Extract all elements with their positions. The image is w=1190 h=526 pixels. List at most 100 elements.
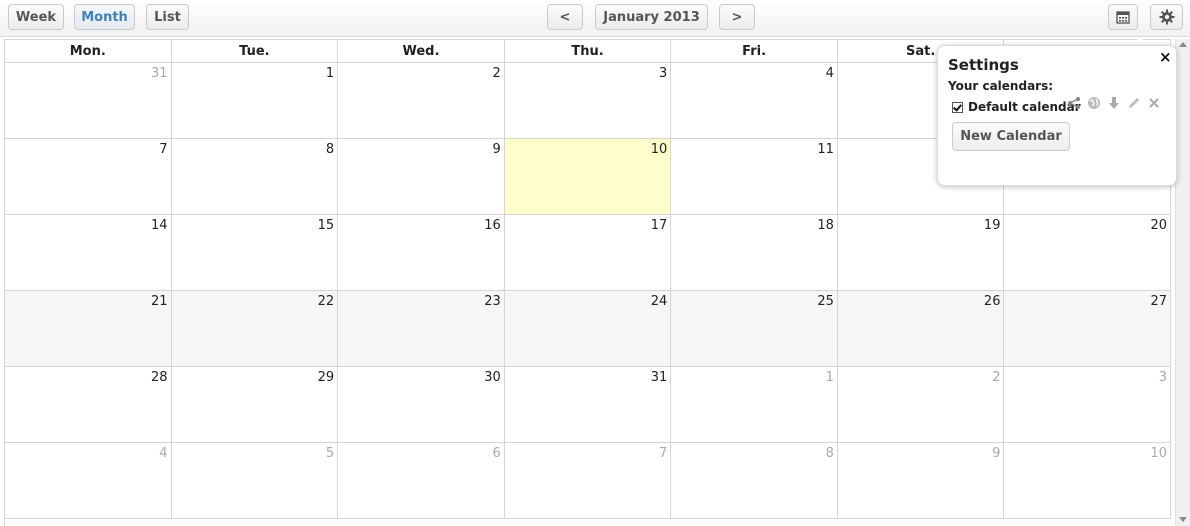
day-cell[interactable]: 10 (1004, 443, 1172, 518)
day-number: 6 (492, 446, 501, 461)
day-number: 31 (650, 370, 668, 385)
day-number: 18 (817, 218, 834, 233)
week-row: 4 5 6 7 8 9 10 (5, 443, 1172, 519)
day-number: 25 (817, 294, 834, 309)
day-number: 3 (659, 66, 668, 81)
day-cell[interactable]: 18 (671, 215, 838, 290)
settings-popup: Settings × Your calendars: Default calen… (937, 45, 1177, 186)
day-cell[interactable]: 27 (1004, 291, 1172, 366)
day-cell[interactable]: 30 (338, 367, 505, 442)
day-cell[interactable]: 24 (505, 291, 672, 366)
day-number: 26 (983, 294, 1001, 309)
day-number: 15 (317, 218, 335, 233)
close-icon[interactable]: × (1159, 48, 1172, 66)
day-cell[interactable]: 8 (172, 139, 339, 214)
day-number: 4 (159, 446, 168, 461)
new-calendar-button[interactable]: New Calendar (952, 122, 1070, 151)
scroll-down-arrow-icon[interactable] (1179, 517, 1187, 522)
weekday-header: Mon. (5, 40, 172, 62)
day-cell[interactable]: 22 (172, 291, 339, 366)
day-cell[interactable]: 19 (838, 215, 1005, 290)
day-number: 2 (992, 370, 1001, 385)
globe-icon[interactable] (1087, 96, 1101, 110)
day-cell[interactable]: 8 (671, 443, 838, 518)
day-cell-today[interactable]: 10 (504, 139, 672, 214)
weekday-header: Wed. (338, 40, 505, 62)
day-cell[interactable]: 9 (838, 443, 1005, 518)
month-view-button[interactable]: Month (74, 4, 135, 30)
day-number: 1 (825, 370, 834, 385)
list-view-button[interactable]: List (146, 4, 189, 30)
day-cell[interactable]: 4 (5, 443, 172, 518)
day-cell[interactable]: 20 (1004, 215, 1172, 290)
calendar-list-item: Default calendar (952, 98, 1081, 116)
day-cell[interactable]: 31 (5, 63, 172, 138)
day-cell[interactable]: 4 (671, 63, 838, 138)
day-cell[interactable]: 2 (838, 367, 1005, 442)
day-number: 8 (325, 142, 335, 157)
day-number: 20 (1150, 218, 1168, 233)
day-number: 14 (151, 218, 168, 233)
day-number: 29 (317, 370, 335, 385)
day-cell[interactable]: 3 (505, 63, 672, 138)
weekday-header: Thu. (505, 40, 672, 62)
day-cell[interactable]: 14 (5, 215, 172, 290)
calendar-name: Default calendar (968, 100, 1081, 114)
day-number: 24 (650, 294, 668, 309)
day-number: 16 (484, 218, 501, 233)
settings-button[interactable] (1150, 4, 1183, 30)
day-number: 21 (151, 294, 168, 309)
edit-icon[interactable] (1127, 96, 1141, 110)
previous-month-button[interactable]: < (547, 4, 583, 30)
current-month-title[interactable]: January 2013 (595, 4, 708, 30)
day-number: 10 (1150, 446, 1168, 461)
weekday-header: Fri. (671, 40, 838, 62)
day-number: 27 (1150, 294, 1168, 309)
calendar-enabled-checkbox[interactable] (952, 101, 963, 113)
day-number: 31 (151, 66, 168, 81)
day-cell[interactable]: 16 (338, 215, 505, 290)
download-icon[interactable] (1107, 96, 1121, 110)
day-number: 11 (817, 142, 834, 157)
day-number: 2 (492, 66, 501, 81)
settings-title: Settings (948, 56, 1019, 74)
calendar-icon (1116, 11, 1130, 24)
day-cell[interactable]: 28 (5, 367, 172, 442)
day-number: 28 (151, 370, 168, 385)
day-cell[interactable]: 6 (338, 443, 505, 518)
day-cell[interactable]: 29 (172, 367, 339, 442)
week-view-button[interactable]: Week (8, 4, 64, 30)
day-cell[interactable]: 7 (5, 139, 172, 214)
day-cell[interactable]: 7 (505, 443, 672, 518)
day-cell[interactable]: 23 (338, 291, 505, 366)
day-cell[interactable]: 25 (671, 291, 838, 366)
day-cell[interactable]: 31 (505, 367, 672, 442)
day-cell[interactable]: 21 (5, 291, 172, 366)
day-number: 19 (983, 218, 1001, 233)
week-row: 21 22 23 24 25 26 27 (5, 291, 1172, 367)
day-cell[interactable]: 1 (671, 367, 838, 442)
day-cell[interactable]: 15 (172, 215, 339, 290)
day-cell[interactable]: 11 (671, 139, 838, 214)
day-cell[interactable]: 2 (338, 63, 505, 138)
next-month-button[interactable]: > (719, 4, 755, 30)
day-number: 22 (317, 294, 335, 309)
day-cell[interactable]: 9 (338, 139, 505, 214)
day-number: 17 (650, 218, 668, 233)
day-cell[interactable]: 1 (172, 63, 339, 138)
scroll-up-arrow-icon[interactable] (1179, 42, 1187, 47)
day-cell[interactable]: 17 (505, 215, 672, 290)
calendar-icon-button[interactable] (1108, 4, 1138, 30)
day-cell[interactable]: 26 (838, 291, 1005, 366)
day-number: 5 (325, 446, 335, 461)
share-icon[interactable] (1067, 96, 1081, 110)
vertical-scrollbar[interactable] (1175, 39, 1190, 526)
day-cell[interactable]: 3 (1004, 367, 1172, 442)
your-calendars-label: Your calendars: (948, 79, 1054, 93)
delete-icon[interactable] (1147, 96, 1161, 110)
day-number: 7 (659, 446, 668, 461)
week-row: 14 15 16 17 18 19 20 (5, 215, 1172, 291)
toolbar: Week Month List < January 2013 > (0, 0, 1190, 37)
day-cell[interactable]: 5 (172, 443, 339, 518)
day-number: 10 (650, 142, 668, 157)
